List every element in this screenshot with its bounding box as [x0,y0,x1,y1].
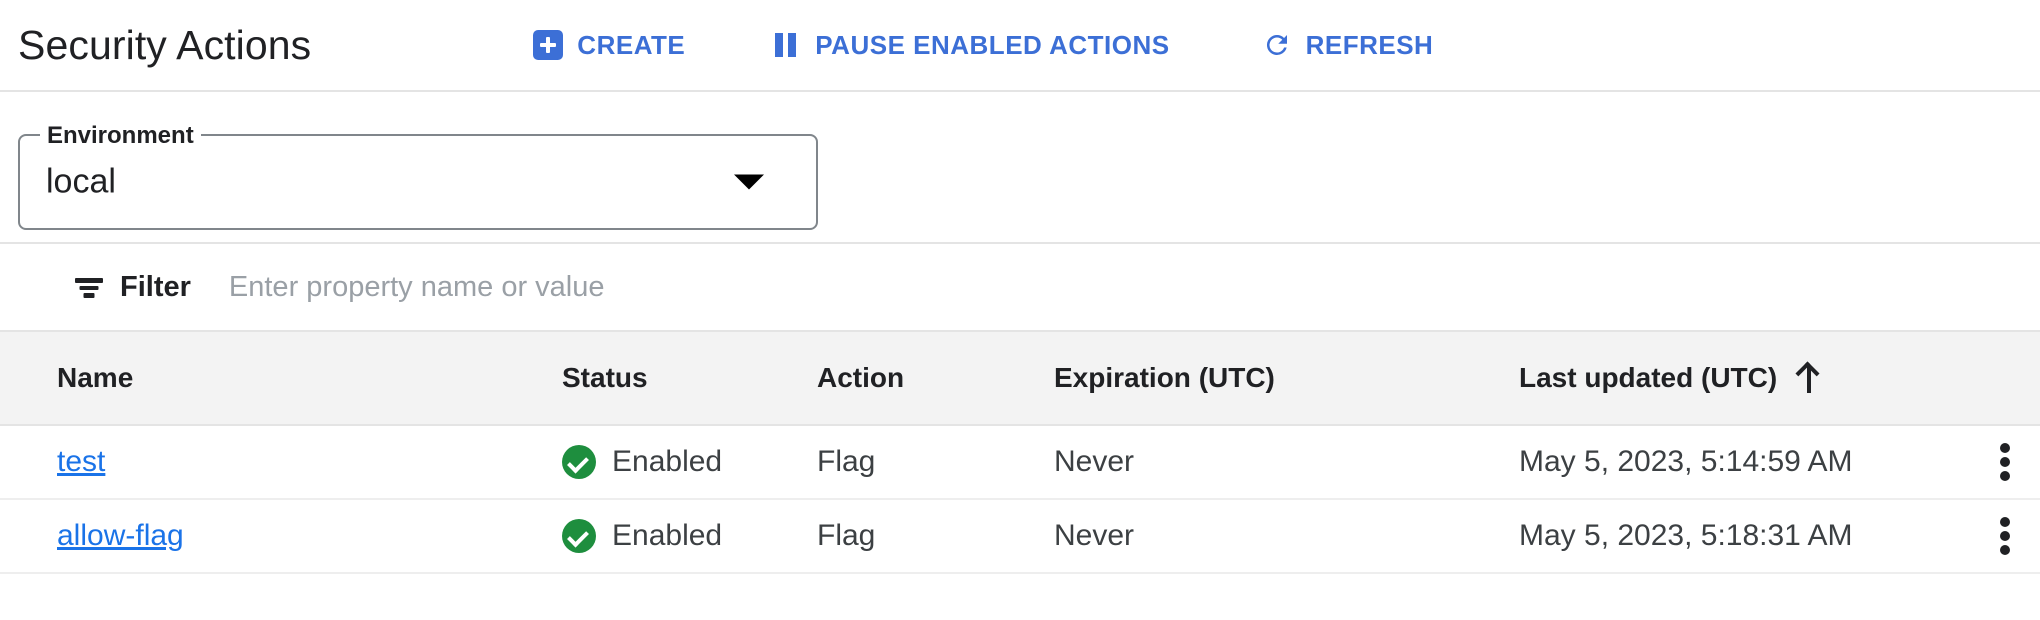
row-name-link[interactable]: test [57,445,105,479]
create-button-label: CREATE [577,29,686,60]
action-label: Flag [817,519,876,552]
filter-label: Filter [120,270,191,303]
filter-icon [74,272,104,302]
cell-expiration: Never [1054,425,1519,500]
cell-last-updated: May 5, 2023, 5:14:59 AM [1519,425,1960,500]
page-title: Security Actions [18,21,312,68]
cell-name: allow-flag [0,499,562,574]
header-toolbar: CREATE PAUSE ENABLED ACTIONS REFRESH [511,22,1455,69]
column-header-last-updated-label: Last updated (UTC) [1519,362,1778,393]
column-header-expiration[interactable]: Expiration (UTC) [1054,330,1519,426]
status-label: Enabled [612,445,723,478]
last-updated-label: May 5, 2023, 5:14:59 AM [1519,445,1853,478]
more-vert-icon[interactable] [2000,439,2014,485]
plus-box-icon [533,30,564,60]
cell-status: Enabled [562,499,817,574]
cell-action: Flag [817,425,1054,500]
create-button[interactable]: CREATE [511,22,707,69]
cell-row-menu [1960,499,2040,574]
arrow-up-icon [1797,363,1821,393]
column-header-name[interactable]: Name [0,330,562,426]
page-header: Security Actions CREATE PAUSE ENABLED AC… [0,0,2040,92]
chevron-down-icon [734,174,764,190]
cell-last-updated: May 5, 2023, 5:18:31 AM [1519,499,1960,574]
environment-selected-value: local [46,162,116,201]
expiration-label: Never [1054,445,1135,478]
cell-name: test [0,425,562,500]
environment-label: Environment [40,123,201,149]
table-row[interactable]: allow-flag Enabled Flag Never May 5, 202… [0,499,2040,574]
column-header-last-updated[interactable]: Last updated (UTC) [1519,330,1960,426]
pause-icon [771,30,801,60]
row-name-link[interactable]: allow-flag [57,519,184,553]
column-header-status-label: Status [562,362,648,393]
expiration-label: Never [1054,519,1135,552]
column-header-action[interactable]: Action [817,330,1054,426]
refresh-button[interactable]: REFRESH [1240,22,1456,69]
cell-row-menu [1960,425,2040,500]
column-header-expiration-label: Expiration (UTC) [1054,362,1275,393]
filter-input[interactable] [226,269,1131,305]
column-header-status[interactable]: Status [562,330,817,426]
cell-status: Enabled [562,425,817,500]
last-updated-label: May 5, 2023, 5:18:31 AM [1519,519,1853,552]
check-circle-icon [562,445,596,479]
cell-expiration: Never [1054,499,1519,574]
status-label: Enabled [612,519,723,552]
environment-section: Environment local [0,92,2040,242]
column-header-name-label: Name [57,362,134,393]
cell-action: Flag [817,499,1054,574]
table-header: Name Status Action Expiration (UTC) Last… [0,330,2040,426]
environment-select[interactable]: Environment local [18,123,818,230]
table-row[interactable]: test Enabled Flag Never May 5, 2023, 5:1… [0,425,2040,500]
filter-row: Filter [0,242,2040,330]
pause-enabled-actions-button-label: PAUSE ENABLED ACTIONS [815,29,1170,60]
column-header-menu [1960,330,2040,426]
refresh-button-label: REFRESH [1305,29,1434,60]
pause-enabled-actions-button[interactable]: PAUSE ENABLED ACTIONS [749,22,1191,69]
security-actions-table: Name Status Action Expiration (UTC) Last… [0,330,2040,574]
refresh-icon [1262,30,1292,60]
table-body: test Enabled Flag Never May 5, 2023, 5:1… [0,425,2040,574]
check-circle-icon [562,519,596,553]
table-header-row: Name Status Action Expiration (UTC) Last… [0,330,2040,426]
more-vert-icon[interactable] [2000,513,2014,559]
column-header-action-label: Action [817,362,905,393]
action-label: Flag [817,445,876,478]
